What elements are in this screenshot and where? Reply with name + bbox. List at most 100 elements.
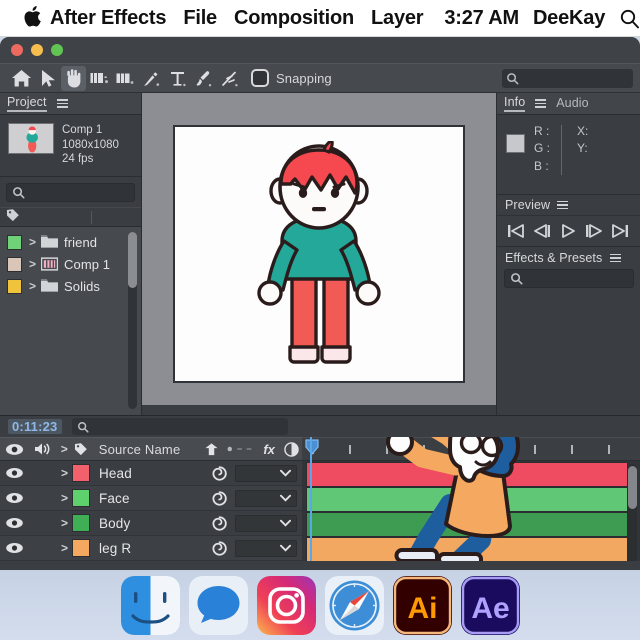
dock-icon-after-effects[interactable]: Ae <box>460 575 520 635</box>
layer-color-swatch[interactable] <box>72 489 90 507</box>
timeline-layer-row-head[interactable]: > Head <box>0 461 302 486</box>
preview-panel-menu-icon[interactable] <box>557 200 569 210</box>
layer-spiral-icon[interactable] <box>203 465 235 482</box>
next-frame-button[interactable] <box>584 223 604 239</box>
timeline-bar-head[interactable] <box>306 462 628 487</box>
layer-spiral-icon[interactable] <box>203 540 235 557</box>
layer-name[interactable]: Head <box>99 466 203 481</box>
dock-icon-messages[interactable] <box>188 575 248 635</box>
home-icon[interactable] <box>9 66 34 91</box>
project-search-input[interactable] <box>6 183 135 202</box>
brush-icon[interactable] <box>191 66 216 91</box>
dock-icon-finder[interactable] <box>120 575 180 635</box>
project-item-comp1[interactable]: > Comp 1 <box>0 253 141 275</box>
layer-parent-dropdown[interactable] <box>235 514 297 532</box>
tab-info[interactable]: Info <box>504 95 526 112</box>
timeline-scrollbar-thumb[interactable] <box>628 466 637 509</box>
timeline-timecode[interactable]: 0:11:23 <box>8 419 62 434</box>
timeline-bar-face[interactable] <box>306 487 628 512</box>
toolbar-search-input[interactable] <box>502 68 633 88</box>
pen-icon[interactable] <box>139 66 164 91</box>
chevron-right-icon[interactable]: > <box>29 235 36 249</box>
tab-project[interactable]: Project <box>7 95 47 112</box>
timeline-layer-row-face[interactable]: > Face <box>0 486 302 511</box>
timeline-layer-row-body[interactable]: > Body <box>0 511 302 536</box>
source-name-header[interactable]: Source Name <box>91 438 199 460</box>
item-color-swatch[interactable] <box>7 278 22 294</box>
layer-name[interactable]: Body <box>99 516 203 531</box>
dock-icon-illustrator[interactable]: Ai <box>392 575 452 635</box>
previous-frame-button[interactable] <box>532 223 552 239</box>
project-panel-menu-icon[interactable] <box>56 99 68 108</box>
timeline-layer-row-legr[interactable]: > leg R <box>0 536 302 561</box>
play-button[interactable] <box>558 223 578 239</box>
menu-layer[interactable]: Layer <box>371 7 424 30</box>
layer-spiral-icon[interactable] <box>203 515 235 532</box>
tab-audio[interactable]: Audio <box>556 96 588 111</box>
layer-color-swatch[interactable] <box>72 514 90 532</box>
selection-arrow-icon[interactable] <box>35 66 60 91</box>
dock-icon-instagram[interactable] <box>256 575 316 635</box>
window-zoom-button[interactable] <box>51 44 63 56</box>
parent-link-icon[interactable] <box>198 438 224 460</box>
blend-mode-icon[interactable] <box>280 438 302 460</box>
layer-visibility-toggle[interactable] <box>0 492 29 504</box>
chevron-right-icon[interactable]: > <box>29 257 36 271</box>
chevron-right-icon[interactable]: > <box>57 491 72 505</box>
timeline-bar-legr[interactable] <box>306 537 628 561</box>
eye-icon[interactable] <box>0 438 29 460</box>
timeline-search-input[interactable] <box>71 418 288 435</box>
hand-icon[interactable] <box>61 65 86 91</box>
layer-spiral-icon[interactable] <box>203 490 235 507</box>
keyframe-nav-icon[interactable] <box>224 438 258 460</box>
composition-canvas[interactable] <box>173 125 465 383</box>
timeline-bar-body[interactable] <box>306 512 628 537</box>
first-frame-button[interactable] <box>506 223 526 239</box>
fx-icon[interactable]: fx <box>258 438 280 460</box>
window-close-button[interactable] <box>11 44 23 56</box>
last-frame-button[interactable] <box>610 223 630 239</box>
spotlight-search-icon[interactable] <box>619 8 640 29</box>
type-icon[interactable] <box>165 66 190 91</box>
composition-viewer[interactable] <box>142 93 497 415</box>
menu-composition[interactable]: Composition <box>234 7 354 30</box>
layer-visibility-toggle[interactable] <box>0 467 29 479</box>
puppet-pin-icon[interactable] <box>217 66 242 91</box>
project-item-solids[interactable]: > Solids <box>0 275 141 297</box>
timeline-ruler[interactable] <box>302 437 640 461</box>
project-comp-preview[interactable]: Comp 1 1080x1080 24 fps <box>0 115 141 177</box>
effects-panel-menu-icon[interactable] <box>610 253 622 263</box>
camera-orbit-icon[interactable] <box>87 66 112 91</box>
layer-name[interactable]: leg R <box>99 541 203 556</box>
info-panel-menu-icon[interactable] <box>535 99 547 108</box>
menubar-username[interactable]: DeeKay <box>533 7 605 30</box>
effects-search-input[interactable] <box>504 269 634 288</box>
chevron-right-icon[interactable]: > <box>29 279 36 293</box>
snapping-checkbox[interactable] <box>251 69 269 87</box>
dock-icon-safari[interactable] <box>324 575 384 635</box>
layer-name[interactable]: Face <box>99 491 203 506</box>
layer-visibility-toggle[interactable] <box>0 542 29 554</box>
layer-parent-dropdown[interactable] <box>235 539 297 557</box>
timeline-track-area[interactable] <box>302 437 640 561</box>
chevron-right-icon[interactable]: > <box>57 516 72 530</box>
menu-file[interactable]: File <box>183 7 217 30</box>
item-color-swatch[interactable] <box>7 256 22 272</box>
apple-logo-icon[interactable] <box>22 6 42 30</box>
speaker-icon[interactable] <box>29 438 57 460</box>
chevron-right-icon[interactable]: > <box>57 466 72 480</box>
chevron-right-icon[interactable]: > <box>57 438 72 460</box>
project-item-friend[interactable]: > friend <box>0 231 141 253</box>
window-minimize-button[interactable] <box>31 44 43 56</box>
tag-icon[interactable] <box>6 208 21 227</box>
menu-app-name[interactable]: After Effects <box>50 7 167 30</box>
layer-visibility-toggle[interactable] <box>0 517 29 529</box>
layer-parent-dropdown[interactable] <box>235 464 297 482</box>
project-scrollbar-thumb[interactable] <box>128 232 137 288</box>
rectangle-mask-icon[interactable] <box>113 66 138 91</box>
item-color-swatch[interactable] <box>7 234 22 250</box>
lock-icon[interactable] <box>72 438 91 460</box>
layer-color-swatch[interactable] <box>72 539 90 557</box>
chevron-right-icon[interactable]: > <box>57 541 72 555</box>
layer-color-swatch[interactable] <box>72 464 90 482</box>
